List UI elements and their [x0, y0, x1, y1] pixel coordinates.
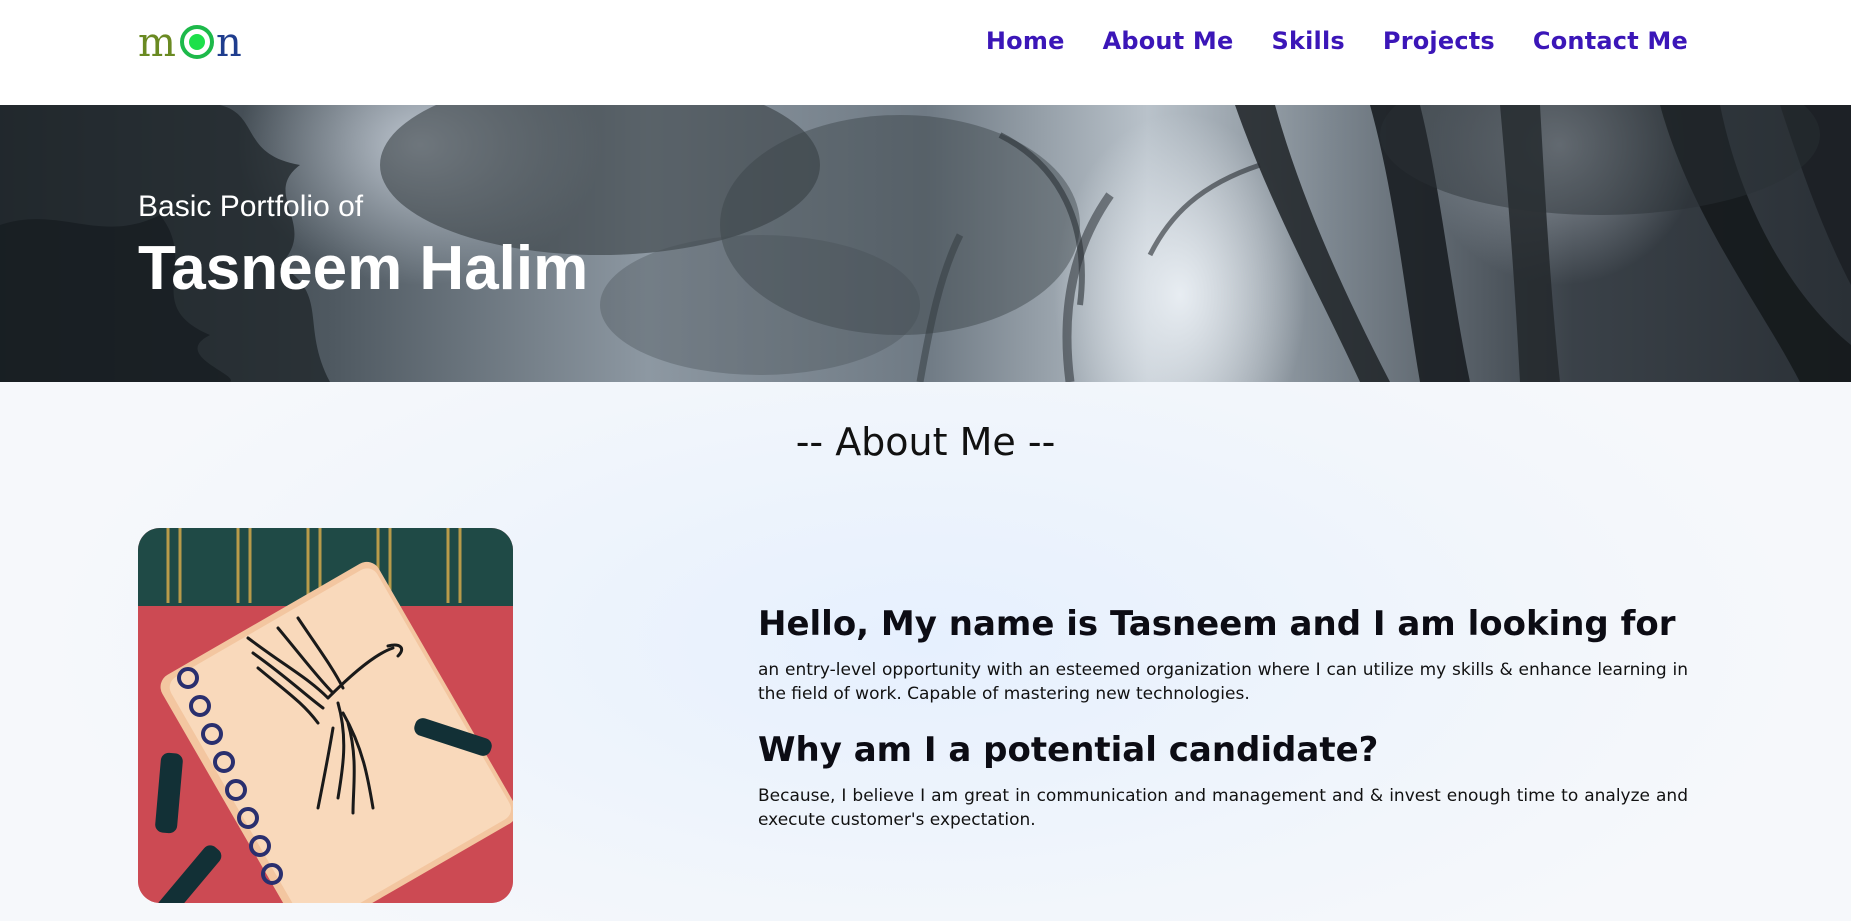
notebook-illustration — [138, 528, 513, 903]
section-title-about: -- About Me -- — [795, 420, 1056, 464]
about-text: Hello, My name is Tasneem and I am looki… — [758, 602, 1688, 832]
nav-link-projects[interactable]: Projects — [1383, 22, 1495, 60]
greeting-heading: Hello, My name is Tasneem and I am looki… — [758, 604, 1676, 644]
nav-link-home[interactable]: Home — [986, 22, 1065, 60]
why-paragraph: Because, I believe I am great in communi… — [758, 786, 1688, 830]
about-section: -- About Me -- Hello, My name is Tasneem… — [0, 382, 1851, 921]
logo-letter-m: m — [138, 20, 176, 66]
nav-links: Home About Me Skills Projects Contact Me — [986, 22, 1688, 60]
logo-letter-n: n — [216, 20, 242, 66]
nav-link-contact-me[interactable]: Contact Me — [1533, 22, 1688, 60]
nav-link-about-me[interactable]: About Me — [1103, 22, 1234, 60]
hero-subtitle: Basic Portfolio of — [138, 190, 364, 223]
logo-circle-icon — [180, 25, 214, 59]
hero-banner: Basic Portfolio of Tasneem Halim — [0, 105, 1851, 382]
greeting-paragraph: an entry-level opportunity with an estee… — [758, 660, 1688, 704]
why-heading: Why am I a potential candidate? — [758, 730, 1379, 770]
nav-link-skills[interactable]: Skills — [1271, 22, 1344, 60]
site-logo[interactable]: m n — [138, 18, 248, 68]
hero-name: Tasneem Halim — [138, 234, 589, 303]
navbar: m n Home About Me Skills Projects Contac… — [0, 0, 1851, 105]
notebook-bird-image — [138, 528, 513, 903]
